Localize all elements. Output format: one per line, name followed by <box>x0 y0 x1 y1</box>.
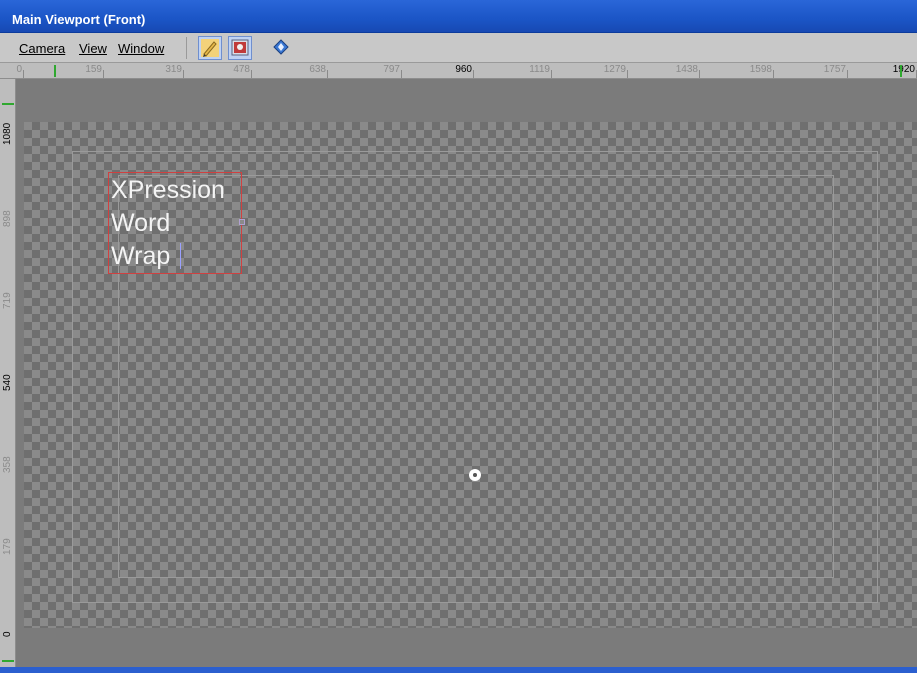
ruler-tick-label: 960 <box>402 63 474 78</box>
ruler-tick-label: 1438 <box>628 63 700 78</box>
vertical-ruler: 1080 898 719 540 358 179 0 <box>0 79 16 673</box>
text-line: Word <box>111 209 171 237</box>
guide-marker[interactable] <box>900 65 902 77</box>
window-bottom-border <box>0 667 917 673</box>
pencil-icon <box>201 39 219 57</box>
text-line: XPression <box>111 176 225 204</box>
resize-handle[interactable] <box>239 219 245 225</box>
window-title: Main Viewport (Front) <box>12 12 146 27</box>
navigate-button[interactable] <box>270 36 294 60</box>
ruler-tick-label: 358 <box>2 456 13 473</box>
camera-pivot-icon[interactable] <box>469 469 481 481</box>
ruler-tick-label: 638 <box>252 63 328 78</box>
ruler-tick-label: 898 <box>2 210 13 227</box>
guide-marker[interactable] <box>2 660 14 662</box>
ruler-tick-label: 159 <box>24 63 104 78</box>
menu-window-label: Window <box>118 41 165 56</box>
ruler-tick-label: 540 <box>2 374 13 391</box>
guide-marker[interactable] <box>54 65 56 77</box>
toolbar-separator <box>186 37 187 59</box>
ruler-tick-label: 1119 <box>474 63 552 78</box>
ruler-tick-label: 797 <box>328 63 402 78</box>
ruler-tick-label: 1598 <box>700 63 774 78</box>
horizontal-ruler: 0 159 319 478 638 797 960 1119 1279 1438… <box>0 63 917 79</box>
text-cursor <box>180 243 181 269</box>
ruler-tick-label: 1920 <box>848 63 917 78</box>
pencil-tool-button[interactable] <box>198 36 222 60</box>
menu-bar: Camera View Window <box>0 33 917 63</box>
navigate-diamond-icon <box>273 39 289 55</box>
render-icon <box>231 39 249 56</box>
menu-view[interactable]: View <box>79 41 107 57</box>
menu-view-label: View <box>79 41 107 56</box>
ruler-tick-label: 319 <box>104 63 184 78</box>
ruler-tick-label: 719 <box>2 292 13 309</box>
window-titlebar[interactable]: Main Viewport (Front) <box>0 0 917 33</box>
ruler-tick-label: 1279 <box>552 63 628 78</box>
menu-window[interactable]: Window <box>118 41 164 57</box>
ruler-tick-label: 0 <box>0 63 24 78</box>
render-button[interactable] <box>228 36 252 60</box>
ruler-tick-label: 478 <box>184 63 252 78</box>
menu-camera-label: Camera <box>19 41 66 56</box>
text-line: Wrap <box>111 242 171 270</box>
text-object[interactable]: XPression Word Wrap <box>108 172 245 274</box>
menu-camera[interactable]: Camera <box>19 41 65 57</box>
guide-marker[interactable] <box>2 103 14 105</box>
ruler-tick-label: 1757 <box>774 63 848 78</box>
ruler-tick-label: 179 <box>2 538 13 555</box>
ruler-tick-label: 1080 <box>2 122 13 145</box>
